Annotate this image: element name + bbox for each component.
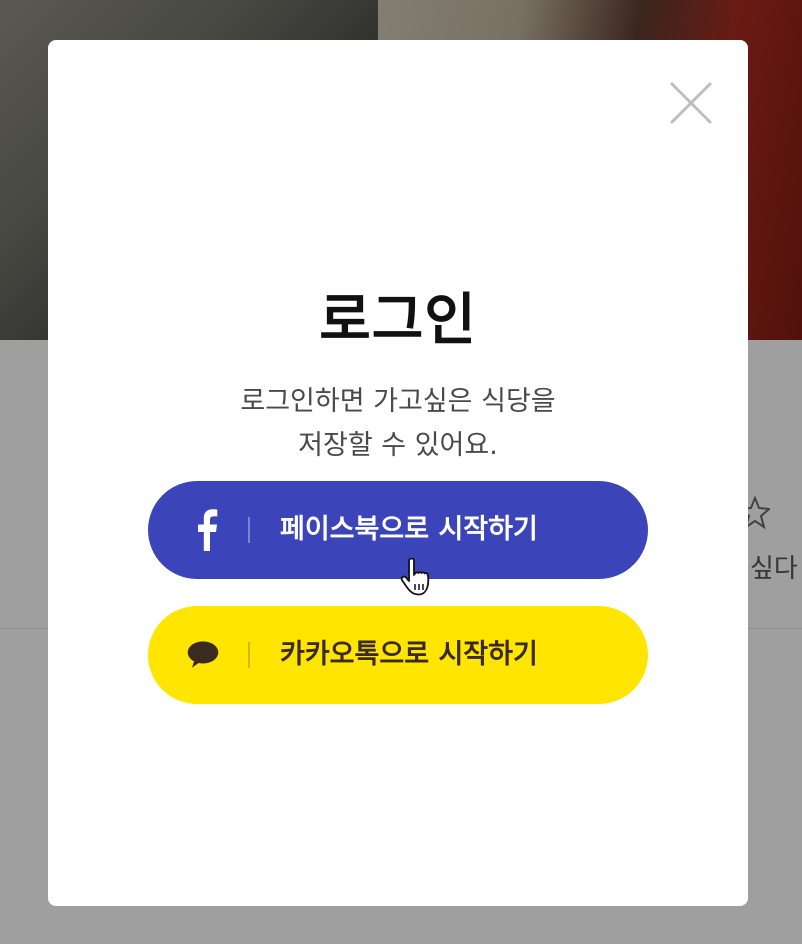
kakao-login-button[interactable]: 카카오톡으로 시작하기	[148, 606, 648, 704]
button-separator	[248, 517, 250, 543]
description-line: 저장할 수 있어요.	[298, 430, 498, 461]
login-description: 로그인하면 가고싶은 식당을 저장할 수 있어요.	[48, 380, 748, 468]
close-icon	[670, 82, 712, 124]
page: 싶다 로그인 로그인하면 가고싶은 식당을 저장할 수 있어요. 페이스북으로 …	[0, 0, 802, 944]
login-modal: 로그인 로그인하면 가고싶은 식당을 저장할 수 있어요. 페이스북으로 시작하…	[48, 40, 748, 906]
kakao-button-label: 카카오톡으로 시작하기	[280, 639, 538, 670]
close-button[interactable]	[668, 80, 714, 126]
login-title: 로그인	[319, 288, 477, 353]
facebook-icon	[194, 507, 220, 553]
description-line: 로그인하면 가고싶은 식당을	[240, 386, 556, 417]
hand-pointer-icon	[400, 558, 430, 596]
button-separator	[248, 642, 250, 668]
facebook-login-button[interactable]: 페이스북으로 시작하기	[148, 481, 648, 579]
kakaotalk-icon	[187, 632, 220, 678]
